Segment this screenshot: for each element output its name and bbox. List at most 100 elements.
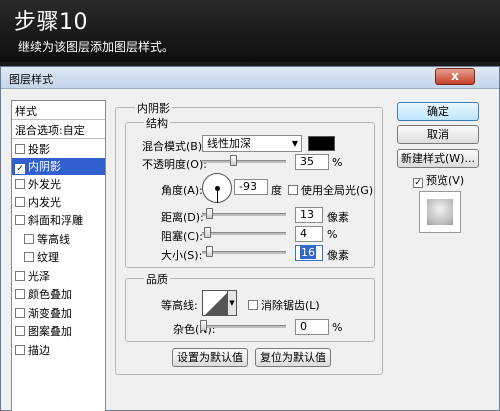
checkbox-satin[interactable] <box>15 271 25 281</box>
contour-curve-icon <box>205 293 227 315</box>
choke-label: 阻塞(C): <box>161 230 203 243</box>
style-item-pattern-overlay[interactable]: 图案叠加 <box>12 323 105 340</box>
style-item-contour[interactable]: 等高线 <box>12 231 105 248</box>
choke-unit: % <box>327 228 338 241</box>
checkbox-bevel-emboss[interactable] <box>15 215 25 225</box>
style-item-texture[interactable]: 纹理 <box>12 249 105 266</box>
step-description: 继续为该图层添加图层样式。 <box>18 40 175 54</box>
angle-input[interactable]: -93 <box>234 179 268 195</box>
opacity-slider-track[interactable] <box>202 160 286 163</box>
checkbox-texture[interactable] <box>24 252 34 262</box>
blend-mode-label: 混合模式(B): <box>142 140 206 153</box>
checkbox-gradient-overlay[interactable] <box>15 308 25 318</box>
ok-button[interactable]: 确定 <box>397 102 479 121</box>
angle-center-dot <box>215 186 220 191</box>
distance-slider-track[interactable] <box>202 213 286 216</box>
contour-dropdown-button[interactable]: ▼ <box>228 290 237 316</box>
style-item-label: 颜色叠加 <box>28 288 72 301</box>
anti-alias-checkbox[interactable] <box>248 300 258 310</box>
angle-dial[interactable] <box>202 173 232 203</box>
blend-options-item[interactable]: 混合选项:自定 <box>12 122 105 139</box>
style-list-header: 样式 <box>12 103 105 120</box>
checkbox-inner-shadow[interactable]: ✓ <box>15 164 25 174</box>
checkbox-contour[interactable] <box>24 234 34 244</box>
layer-style-dialog: 图层样式 x 样式 混合选项:自定 投影 ✓ 内阴影 外发光 内发光 斜面和浮雕 … <box>0 66 500 411</box>
distance-unit: 像素 <box>327 211 349 224</box>
close-icon: x <box>451 69 459 83</box>
noise-input[interactable]: 0 <box>295 319 329 335</box>
style-item-inner-shadow[interactable]: ✓ 内阴影 <box>12 158 105 175</box>
chevron-down-icon: ▼ <box>229 299 235 307</box>
size-value: 16 <box>300 246 316 259</box>
style-item-inner-glow[interactable]: 内发光 <box>12 194 105 211</box>
checkbox-pattern-overlay[interactable] <box>15 326 25 336</box>
style-list: 样式 混合选项:自定 投影 ✓ 内阴影 外发光 内发光 斜面和浮雕 等高线 纹理 … <box>11 100 106 411</box>
noise-unit: % <box>332 321 343 334</box>
global-light-checkbox[interactable] <box>288 185 298 195</box>
angle-unit: 度 <box>271 184 282 197</box>
set-default-button[interactable]: 设置为默认值 <box>172 348 248 367</box>
noise-slider-track[interactable] <box>202 325 286 328</box>
style-item-label: 内发光 <box>28 196 61 209</box>
choke-slider-thumb[interactable] <box>204 227 211 238</box>
size-input[interactable]: 16 <box>295 245 323 261</box>
style-item-label: 等高线 <box>37 233 70 246</box>
global-light-option[interactable]: 使用全局光(G) <box>288 182 373 198</box>
style-item-label: 描边 <box>28 344 50 357</box>
style-item-label: 外发光 <box>28 178 61 191</box>
opacity-label: 不透明度(O): <box>142 158 207 171</box>
opacity-slider-thumb[interactable] <box>230 155 237 166</box>
style-item-label: 光泽 <box>28 270 50 283</box>
checkbox-color-overlay[interactable] <box>15 289 25 299</box>
style-item-stroke[interactable]: 描边 <box>12 342 105 359</box>
style-item-bevel-emboss[interactable]: 斜面和浮雕 <box>12 212 105 229</box>
style-item-satin[interactable]: 光泽 <box>12 268 105 285</box>
blend-mode-value: 线性加深 <box>207 137 251 150</box>
cancel-button[interactable]: 取消 <box>397 125 479 144</box>
style-item-gradient-overlay[interactable]: 渐变叠加 <box>12 305 105 322</box>
contour-preview[interactable] <box>202 290 228 316</box>
size-unit: 像素 <box>327 249 349 262</box>
distance-slider-thumb[interactable] <box>206 208 213 219</box>
distance-input[interactable]: 13 <box>295 207 323 223</box>
preview-checkbox[interactable]: ✓ <box>413 178 423 188</box>
reset-default-button[interactable]: 复位为默认值 <box>255 348 331 367</box>
opacity-input[interactable]: 35 <box>295 154 329 170</box>
preview-option[interactable]: ✓ 预览(V) <box>413 172 464 188</box>
preview-label: 预览(V) <box>426 174 465 187</box>
checkbox-outer-glow[interactable] <box>15 179 25 189</box>
style-item-drop-shadow[interactable]: 投影 <box>12 141 105 158</box>
opacity-unit: % <box>332 156 343 169</box>
style-item-label: 投影 <box>28 143 50 156</box>
structure-title: 结构 <box>144 115 170 131</box>
checkbox-stroke[interactable] <box>15 345 25 355</box>
size-slider-track[interactable] <box>202 251 286 254</box>
chevron-down-icon: ▼ <box>291 139 298 148</box>
noise-slider-thumb[interactable] <box>200 320 207 331</box>
quality-title: 品质 <box>144 271 170 287</box>
inner-shadow-title: 内阴影 <box>135 100 172 116</box>
choke-input[interactable]: 4 <box>295 226 323 242</box>
style-item-label: 纹理 <box>37 251 59 264</box>
size-label: 大小(S): <box>161 249 203 262</box>
new-style-button[interactable]: 新建样式(W)... <box>397 149 479 168</box>
checkbox-inner-glow[interactable] <box>15 197 25 207</box>
style-item-outer-glow[interactable]: 外发光 <box>12 176 105 193</box>
anti-alias-option[interactable]: 消除锯齿(L) <box>248 297 320 313</box>
blend-mode-select[interactable]: 线性加深 ▼ <box>202 135 302 152</box>
style-preview-swatch <box>419 191 461 233</box>
shadow-color-swatch[interactable] <box>308 136 335 151</box>
step-title: 步骤10 <box>14 10 88 35</box>
anti-alias-label: 消除锯齿(L) <box>261 299 320 312</box>
dialog-titlebar[interactable]: 图层样式 x <box>1 67 499 89</box>
close-button[interactable]: x <box>435 68 475 85</box>
global-light-label: 使用全局光(G) <box>301 184 374 197</box>
size-slider-thumb[interactable] <box>206 246 213 257</box>
style-item-color-overlay[interactable]: 颜色叠加 <box>12 286 105 303</box>
style-item-label: 图案叠加 <box>28 325 72 338</box>
choke-slider-track[interactable] <box>202 232 286 235</box>
style-item-label: 渐变叠加 <box>28 307 72 320</box>
checkbox-drop-shadow[interactable] <box>15 144 25 154</box>
dialog-title: 图层样式 <box>9 73 53 86</box>
style-item-label: 内阴影 <box>28 160 61 173</box>
